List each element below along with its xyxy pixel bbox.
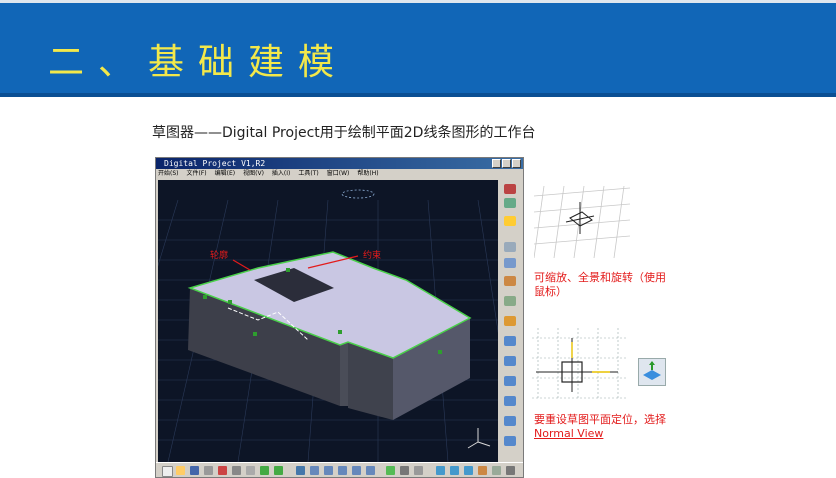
tool-snap-icon[interactable] xyxy=(504,258,516,268)
new-file-icon[interactable] xyxy=(162,466,173,477)
axis-compass xyxy=(467,428,491,449)
slide-header: 二、基础建模 xyxy=(0,3,836,97)
normal-view-icon[interactable] xyxy=(386,466,395,475)
save-icon[interactable] xyxy=(190,466,199,475)
menu-tools[interactable]: 工具(T) xyxy=(298,169,318,179)
top-compass xyxy=(341,189,375,199)
view-front-icon[interactable] xyxy=(450,466,459,475)
fit-all-icon[interactable] xyxy=(310,466,319,475)
tool-grid-icon[interactable] xyxy=(504,242,516,252)
label-constraint: 约束 xyxy=(363,249,381,261)
tool-axis-icon[interactable] xyxy=(504,416,516,426)
menu-file[interactable]: 文件(F) xyxy=(187,169,207,179)
slide-subtitle: 草图器——Digital Project用于绘制平面2D线条图形的工作台 xyxy=(152,125,536,141)
solid-notch-face xyxy=(340,342,348,406)
normal-view-icon[interactable] xyxy=(638,358,666,386)
paste-icon[interactable] xyxy=(246,466,255,475)
zoom-note: 可缩放、全景和旋转（使用鼠标） xyxy=(534,271,666,298)
right-toolbar xyxy=(501,180,521,462)
zoom-in-icon[interactable] xyxy=(352,466,361,475)
tool-construct-icon[interactable] xyxy=(504,276,516,286)
tool-profile-icon[interactable] xyxy=(504,296,516,306)
tool-point-icon[interactable] xyxy=(504,436,516,446)
pan-icon[interactable] xyxy=(324,466,333,475)
viewport-scene: 轮廓 约束 xyxy=(156,189,519,463)
undo-icon[interactable] xyxy=(260,466,269,475)
menu-view[interactable]: 视图(V) xyxy=(243,169,264,179)
view-top-icon[interactable] xyxy=(464,466,473,475)
window-title: Digital Project V1,R2 xyxy=(164,159,266,168)
tool-circle-icon[interactable] xyxy=(504,336,516,346)
redo-icon[interactable] xyxy=(274,466,283,475)
tool-conic-icon[interactable] xyxy=(504,376,516,386)
menu-bar: 开始(S) 文件(F) 编辑(E) 视图(V) 插入(I) 工具(T) 窗口(W… xyxy=(156,169,523,179)
menu-start[interactable]: 开始(S) xyxy=(158,169,179,179)
open-folder-icon[interactable] xyxy=(176,466,185,475)
menu-edit[interactable]: 编辑(E) xyxy=(215,169,235,179)
std-view-icon[interactable] xyxy=(436,466,445,475)
label-profile: 轮廓 xyxy=(210,249,228,261)
3d-viewport[interactable]: 轮廓 约束 xyxy=(156,180,519,463)
settings-icon[interactable] xyxy=(506,466,515,475)
tool-line-icon[interactable] xyxy=(504,396,516,406)
maximize-button[interactable] xyxy=(502,159,511,168)
rotate-icon[interactable] xyxy=(338,466,347,475)
reset-note-text: 要重设草图平面定位，选择 xyxy=(534,413,666,426)
app-window: Digital Project V1,R2 开始(S) 文件(F) 编辑(E) … xyxy=(155,157,524,478)
window-titlebar: Digital Project V1,R2 xyxy=(156,158,523,169)
print-icon[interactable] xyxy=(204,466,213,475)
tool-sketch-icon[interactable] xyxy=(504,184,516,194)
close-button[interactable] xyxy=(512,159,521,168)
normal-view-illustration xyxy=(532,328,628,400)
normal-view-link[interactable]: Normal View xyxy=(534,427,603,440)
tool-exit-icon[interactable] xyxy=(504,198,516,208)
zoom-out-icon[interactable] xyxy=(366,466,375,475)
tool-spline-icon[interactable] xyxy=(504,356,516,366)
menu-insert[interactable]: 插入(I) xyxy=(272,169,290,179)
fly-mode-icon[interactable] xyxy=(296,466,305,475)
view-mode-icon[interactable] xyxy=(400,466,409,475)
menu-window[interactable]: 窗口(W) xyxy=(327,169,350,179)
normal-view-glyph xyxy=(643,361,661,380)
tool-rect-icon[interactable] xyxy=(504,316,516,326)
reset-note: 要重设草图平面定位，选择 Normal View xyxy=(534,413,694,441)
zoom-pan-rotate-illustration xyxy=(534,185,630,259)
minimize-button[interactable] xyxy=(492,159,501,168)
analysis-icon[interactable] xyxy=(492,466,501,475)
arrow-left xyxy=(232,259,251,271)
measure-icon[interactable] xyxy=(478,466,487,475)
tool-select-icon[interactable] xyxy=(504,216,516,226)
window-controls xyxy=(492,159,521,168)
cut-icon[interactable] xyxy=(218,466,227,475)
menu-help[interactable]: 帮助(H) xyxy=(357,169,378,179)
render-style-icon[interactable] xyxy=(414,466,423,475)
slide-title: 二、基础建模 xyxy=(48,42,349,83)
copy-icon[interactable] xyxy=(232,466,241,475)
